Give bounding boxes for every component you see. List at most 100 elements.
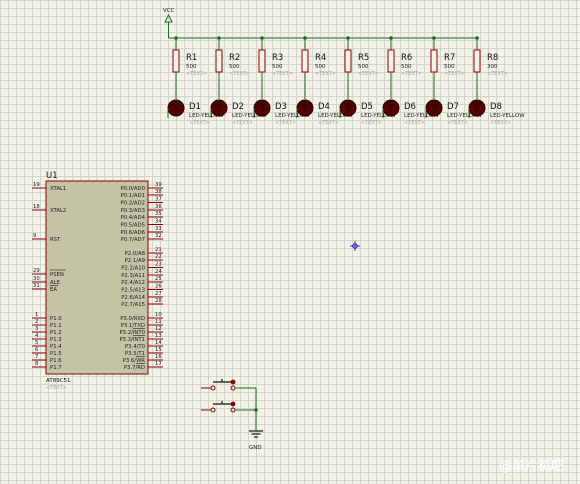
pin-name: P1.7 bbox=[50, 365, 62, 371]
pin-name: P2.1/A9 bbox=[125, 258, 145, 264]
pin-name: P3.7/RD bbox=[124, 365, 145, 371]
resistor-value: 500 bbox=[358, 64, 369, 70]
junction-dot bbox=[254, 408, 258, 412]
vcc-arrow-icon bbox=[164, 13, 173, 23]
pin-name: P0.2/AD2 bbox=[121, 201, 145, 207]
resistor-text: <TEXT> bbox=[487, 71, 508, 77]
resistor-value: 300 bbox=[487, 64, 498, 70]
led-text: <TEXT> bbox=[490, 120, 511, 126]
led-d2[interactable] bbox=[210, 99, 228, 117]
resistor-value: 500 bbox=[272, 64, 283, 70]
resistor-r4[interactable] bbox=[301, 49, 309, 73]
pin-number: 36 bbox=[155, 204, 162, 210]
resistor-ref: R7 bbox=[444, 53, 455, 63]
watermark: @单片机吧 bbox=[499, 459, 564, 474]
pin-name: P1.0 bbox=[50, 316, 62, 322]
resistor-r1[interactable] bbox=[172, 49, 180, 73]
led-d7[interactable] bbox=[425, 99, 443, 117]
resistor-r2[interactable] bbox=[215, 49, 223, 73]
resistor-ref: R4 bbox=[315, 53, 326, 63]
schematic-canvas[interactable]: VCC R1 500 <TEXT> D1 LED-YELLOW <TEXT> R… bbox=[0, 0, 580, 484]
pin-name: P0.3/AD3 bbox=[121, 208, 145, 214]
pin-number: 25 bbox=[155, 276, 162, 282]
resistor-r3[interactable] bbox=[258, 49, 266, 73]
resistor-r6[interactable] bbox=[387, 49, 395, 73]
resistor-text: <TEXT> bbox=[444, 71, 465, 77]
pin-number: 22 bbox=[155, 254, 162, 260]
resistor-text: <TEXT> bbox=[358, 71, 379, 77]
watermark-text: @单片机吧 bbox=[499, 459, 564, 474]
led-ref: D5 bbox=[361, 102, 373, 112]
ground-terminal[interactable]: GND bbox=[249, 430, 263, 451]
pin-number: 24 bbox=[155, 269, 162, 275]
led-d3[interactable] bbox=[253, 99, 271, 117]
resistor-ref: R6 bbox=[401, 53, 412, 63]
pin-number: 32 bbox=[155, 233, 162, 239]
resistor-ref: R2 bbox=[229, 53, 240, 63]
pin-number: 31 bbox=[33, 283, 40, 289]
pin-name: RST bbox=[50, 237, 61, 243]
pin-number: 11 bbox=[155, 319, 162, 325]
mcu-part-label: AT89C51 bbox=[46, 378, 71, 384]
led-d5[interactable] bbox=[339, 99, 357, 117]
pin-name: P3.2/INT0 bbox=[119, 330, 145, 336]
mcu-u1[interactable]: U1 AT89C51 <TEXT> 19XTAL1 18XTAL2 9RST 2… bbox=[32, 171, 163, 391]
led-d4[interactable] bbox=[296, 99, 314, 117]
led-d6[interactable] bbox=[382, 99, 400, 117]
pin-number: 35 bbox=[155, 211, 162, 217]
resistor-ref: R5 bbox=[358, 53, 369, 63]
resistor-text: <TEXT> bbox=[229, 71, 250, 77]
pushbutton-2[interactable] bbox=[201, 401, 256, 413]
led-text: <TEXT> bbox=[404, 120, 425, 126]
resistor-ref: R8 bbox=[487, 53, 498, 63]
pin-number: 38 bbox=[155, 189, 162, 195]
contact-icon bbox=[230, 401, 236, 407]
resistor-text: <TEXT> bbox=[186, 71, 207, 77]
pin-name: P0.5/AD5 bbox=[121, 223, 145, 229]
pin-name: P0.4/AD4 bbox=[121, 215, 146, 221]
contact-icon bbox=[230, 407, 236, 413]
pin-name: P2.6/A14 bbox=[121, 295, 145, 301]
pin-name: P1.4 bbox=[50, 344, 62, 350]
pin-name: P1.6 bbox=[50, 358, 62, 364]
led-text: <TEXT> bbox=[361, 120, 382, 126]
contact-icon bbox=[230, 385, 236, 391]
pin-name: EA bbox=[50, 287, 57, 293]
resistor-r8[interactable] bbox=[473, 49, 481, 73]
mcu-right-pins: 39 P0.0/AD0 38 P0.1/AD1 37 P0.2/AD2 36 P0.3/… bbox=[119, 182, 163, 371]
pin-number: 13 bbox=[155, 333, 162, 339]
led-d1[interactable] bbox=[167, 99, 185, 117]
vcc-label: VCC bbox=[163, 8, 175, 14]
resistor-r5[interactable] bbox=[344, 49, 352, 73]
pin-number: 1 bbox=[35, 312, 38, 318]
pin-name: P2.3/A11 bbox=[121, 273, 145, 279]
led-ref: D7 bbox=[447, 102, 459, 112]
pin-number: 30 bbox=[33, 276, 40, 282]
pin-name: P0.1/AD1 bbox=[121, 193, 145, 199]
pin-number: 34 bbox=[155, 219, 162, 225]
led-d8[interactable] bbox=[468, 99, 486, 117]
led-ref: D2 bbox=[232, 102, 244, 112]
pushbutton-1[interactable] bbox=[201, 379, 256, 391]
contact-icon bbox=[230, 379, 236, 385]
pin-name: P0.6/AD6 bbox=[121, 230, 146, 236]
resistor-value: 500 bbox=[229, 64, 240, 70]
pin-number: 8 bbox=[35, 361, 39, 367]
vcc-terminal[interactable]: VCC bbox=[163, 8, 175, 38]
led-text: <TEXT> bbox=[447, 120, 468, 126]
pin-name: P2.0/A8 bbox=[125, 251, 146, 257]
led-value: LED-YELLOW bbox=[490, 113, 525, 119]
contact-icon bbox=[210, 407, 216, 413]
pin-number: 14 bbox=[155, 340, 162, 346]
pin-name: P3.4/T0 bbox=[125, 344, 146, 350]
led-ref: D8 bbox=[490, 102, 502, 112]
pin-number: 29 bbox=[33, 268, 40, 274]
pin-number: 17 bbox=[155, 361, 162, 367]
pin-name: P1.3 bbox=[50, 337, 62, 343]
channel-8: R8 300 <TEXT> D8 LED-YELLOW <TEXT> bbox=[468, 36, 525, 126]
pin-name: P2.2/A10 bbox=[121, 266, 145, 272]
resistor-text: <TEXT> bbox=[401, 71, 422, 77]
resistor-r7[interactable] bbox=[430, 49, 438, 73]
pin-number: 5 bbox=[35, 340, 38, 346]
pin-name: P3.1/TXD bbox=[121, 323, 145, 329]
